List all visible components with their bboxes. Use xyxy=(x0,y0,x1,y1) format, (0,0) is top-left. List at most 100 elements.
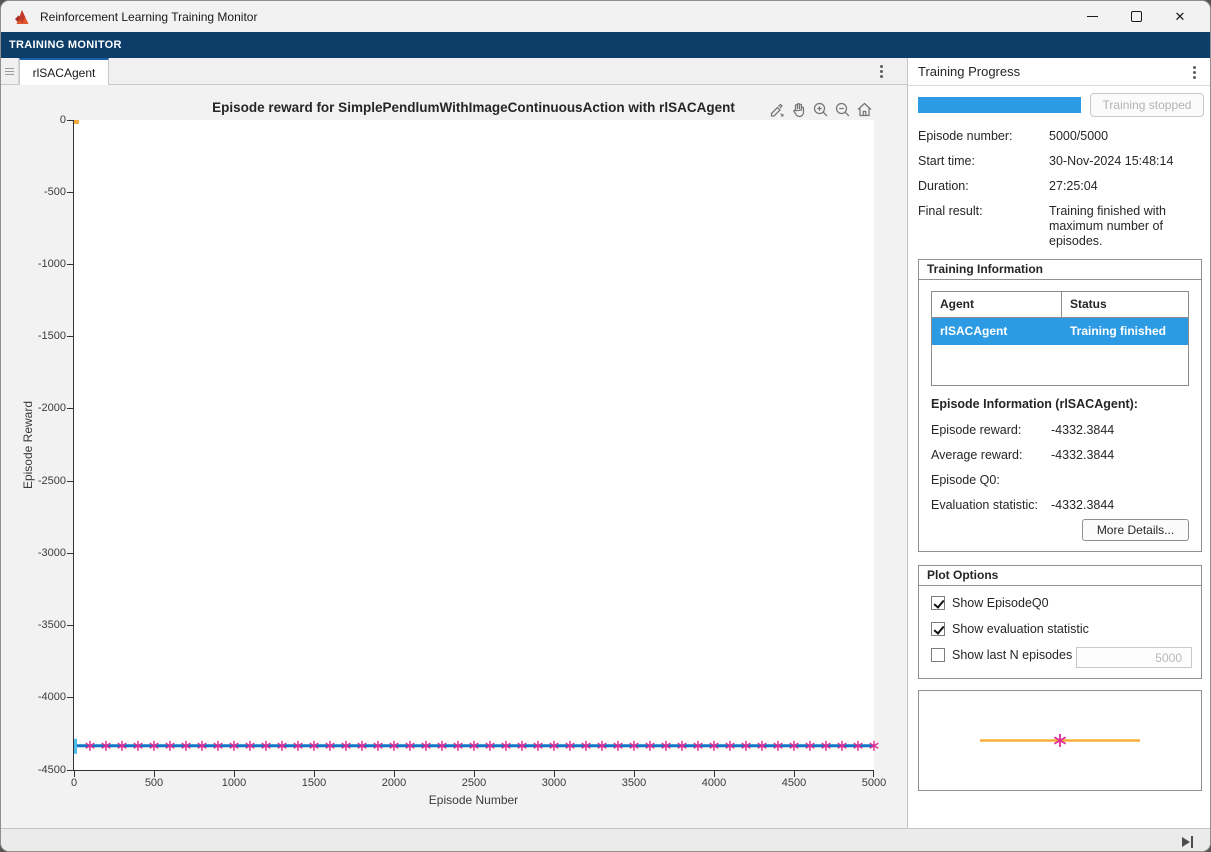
field-value: Training finished with maximum number of… xyxy=(1049,204,1166,248)
tab-rlsacagent[interactable]: rlSACAgent xyxy=(19,58,109,85)
x-tick-label: 3000 xyxy=(541,777,567,789)
checkbox[interactable] xyxy=(931,648,945,662)
show-evaluation-statistic-option: Show evaluation statistic xyxy=(931,622,1089,636)
x-tick-label: 0 xyxy=(70,777,78,789)
last-n-episodes-input[interactable] xyxy=(1076,647,1192,668)
more-details-button[interactable]: More Details... xyxy=(1082,519,1189,541)
close-icon: ✕ xyxy=(1174,9,1186,24)
field-label: Episode Q0: xyxy=(931,473,1000,487)
evaluation-statistic-row: Evaluation statistic: -4332.3844 xyxy=(931,498,1191,512)
checkbox-label: Show EpisodeQ0 xyxy=(952,596,1049,610)
x-tick-label: 4000 xyxy=(701,777,727,789)
zoom-out-icon[interactable] xyxy=(833,100,852,119)
field-label: Episode reward: xyxy=(931,423,1022,437)
app-window: Reinforcement Learning Training Monitor … xyxy=(0,0,1211,852)
episode-q0-row: Episode Q0: xyxy=(931,473,1191,487)
field-label: Episode number: xyxy=(918,129,1013,143)
toolstrip-tab-label[interactable]: TRAINING MONITOR xyxy=(9,39,122,51)
x-tick-label: 1500 xyxy=(301,777,327,789)
pan-icon[interactable] xyxy=(789,100,808,119)
x-axis-label: Episode Number xyxy=(428,793,519,807)
y-tick-label: -2000 xyxy=(37,402,66,415)
y-tick-label: -1000 xyxy=(37,257,66,270)
column-header-agent: Agent xyxy=(932,292,1062,317)
toolstrip: TRAINING MONITOR xyxy=(1,32,1210,58)
cell-status: Training finished xyxy=(1070,324,1167,338)
plot-options-group: Plot Options Show EpisodeQ0 Show evaluat… xyxy=(918,565,1202,679)
progress-bar-fill xyxy=(918,97,1081,113)
average-reward-row: Average reward: -4332.3844 xyxy=(931,448,1191,462)
cell-agent: rlSACAgent xyxy=(932,318,1062,345)
checkbox-label: Show evaluation statistic xyxy=(952,622,1089,636)
zoom-in-icon[interactable] xyxy=(811,100,830,119)
y-tick-label: -4500 xyxy=(37,763,66,776)
axes-toolbar xyxy=(767,100,874,119)
training-progress-bar xyxy=(918,97,1081,113)
episode-number-row: Episode number: 5000/5000 xyxy=(918,129,1204,143)
skip-to-end-icon[interactable] xyxy=(1182,836,1196,848)
panel-title: Training Progress xyxy=(918,64,1021,79)
final-result-row: Final result: Training finished with max… xyxy=(918,204,1204,248)
home-icon[interactable] xyxy=(855,100,874,119)
maximize-icon xyxy=(1130,11,1142,22)
field-value: 30-Nov-2024 15:48:14 xyxy=(1049,154,1174,168)
field-label: Final result: xyxy=(918,204,983,218)
y-tick-label: -3500 xyxy=(37,619,66,632)
status-bar xyxy=(1,828,1210,851)
y-tick-label: -2500 xyxy=(37,474,66,487)
axes[interactable]: 0 -500 -1000 -1500 -2000 -2500 -3000 -3500 -4000… xyxy=(38,114,886,790)
legend-preview-plot xyxy=(980,734,1140,747)
x-tick-label: 2000 xyxy=(381,777,407,789)
field-label: Start time: xyxy=(918,154,975,168)
title-bar: Reinforcement Learning Training Monitor … xyxy=(1,1,1210,32)
checkbox-label: Show last N episodes xyxy=(952,648,1073,662)
x-tick-label: 500 xyxy=(144,777,164,789)
table-row[interactable]: rlSACAgent Training finished xyxy=(932,318,1188,345)
start-time-row: Start time: 30-Nov-2024 15:48:14 xyxy=(918,154,1204,168)
y-tick-label: -500 xyxy=(43,185,66,198)
panel-options-menu-icon[interactable] xyxy=(1186,64,1202,80)
panel-header: Training Progress xyxy=(908,58,1210,86)
field-value: -4332.3844 xyxy=(1051,498,1115,512)
tab-label: rlSACAgent xyxy=(32,65,96,80)
field-label: Duration: xyxy=(918,179,969,193)
chart-title: Episode reward for SimplePendlumWithImag… xyxy=(212,100,735,115)
training-information-group: Training Information Agent Status rlSACA… xyxy=(918,259,1202,552)
checkbox[interactable] xyxy=(931,596,945,610)
y-tick-label: -1500 xyxy=(37,330,66,343)
brush-icon[interactable] xyxy=(767,100,786,119)
duration-row: Duration: 27:25:04 xyxy=(918,179,1204,193)
training-stopped-button[interactable]: Training stopped xyxy=(1090,93,1204,117)
tab-grip-handle[interactable] xyxy=(1,58,19,85)
group-title: Training Information xyxy=(919,260,1201,280)
maximize-button[interactable] xyxy=(1114,1,1158,32)
x-tick-label: 5000 xyxy=(861,777,887,789)
tab-options-menu-icon[interactable] xyxy=(873,63,889,79)
episode-information-title: Episode Information (rlSACAgent): xyxy=(931,397,1138,411)
close-button[interactable]: ✕ xyxy=(1158,1,1202,32)
legend-preview xyxy=(918,690,1202,791)
field-label: Evaluation statistic: xyxy=(931,498,1038,512)
figure-area: Episode reward for SimplePendlumWithImag… xyxy=(1,85,907,828)
show-last-n-episodes-option: Show last N episodes xyxy=(931,648,1072,662)
window-title: Reinforcement Learning Training Monitor xyxy=(40,9,258,24)
x-tick-label: 1000 xyxy=(221,777,247,789)
checkbox[interactable] xyxy=(931,622,945,636)
document-tab-strip: rlSACAgent xyxy=(1,58,907,85)
field-value: 27:25:04 xyxy=(1049,179,1098,193)
y-tick-label: -3000 xyxy=(37,546,66,559)
x-tick-label: 4500 xyxy=(781,777,807,789)
y-tick-label: -4000 xyxy=(37,691,66,704)
x-tick-label: 2500 xyxy=(461,777,487,789)
minimize-button[interactable] xyxy=(1070,1,1114,32)
column-header-status: Status xyxy=(1070,297,1107,311)
minimize-icon xyxy=(1086,16,1098,17)
table-header-row: Agent Status xyxy=(932,292,1188,318)
field-value: -4332.3844 xyxy=(1051,448,1115,462)
agent-status-table: Agent Status rlSACAgent Training finishe… xyxy=(931,291,1189,386)
show-episodeq0-option: Show EpisodeQ0 xyxy=(931,596,1049,610)
x-tick-label: 3500 xyxy=(621,777,647,789)
y-tick-label: 0 xyxy=(59,113,66,126)
matlab-logo-icon xyxy=(15,9,29,24)
training-progress-panel: Training Progress Training stopped Episo… xyxy=(908,58,1210,828)
